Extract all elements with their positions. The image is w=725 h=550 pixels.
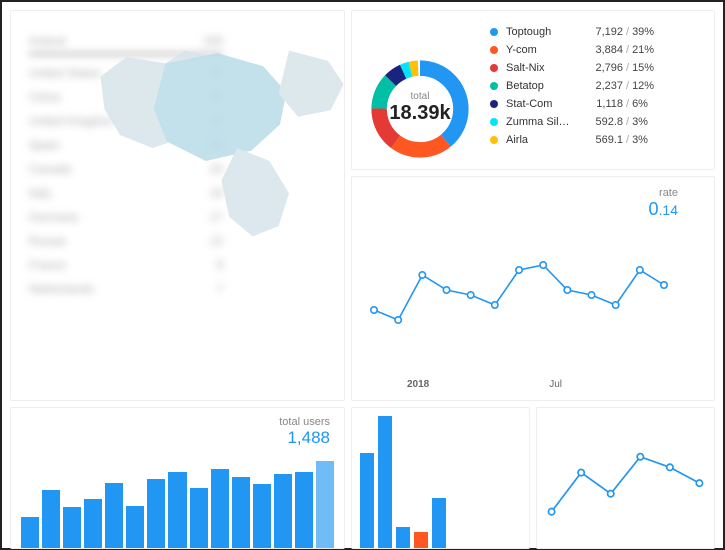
legend-pct: 21% bbox=[632, 44, 654, 56]
legend-name: Zumma Sil… bbox=[506, 116, 581, 128]
bar bbox=[21, 517, 39, 547]
mini-bar bbox=[378, 416, 392, 548]
rate-value: 0.14 bbox=[364, 199, 678, 220]
bar bbox=[105, 483, 123, 547]
bar bbox=[190, 488, 208, 548]
legend-name: Airla bbox=[506, 134, 581, 146]
total-users-card: total users 1,488 bbox=[10, 407, 345, 549]
legend-pct: 12% bbox=[632, 80, 654, 92]
rate-axis-month: Jul bbox=[549, 379, 562, 390]
donut-chart-card: total 18.39k Toptough 7,192 / 39% Y-com … bbox=[351, 10, 715, 170]
legend-name: Salt-Nix bbox=[506, 62, 581, 74]
legend-dot-icon bbox=[490, 64, 498, 72]
legend-dot-icon bbox=[490, 100, 498, 108]
bar bbox=[147, 479, 165, 548]
total-users-bars bbox=[21, 448, 334, 548]
legend-value: 1,118 bbox=[581, 98, 623, 110]
bar bbox=[316, 461, 334, 548]
legend-name: Stat-Com bbox=[506, 98, 581, 110]
legend-pct: 3% bbox=[632, 116, 648, 128]
legend-row[interactable]: Y-com 3,884 / 21% bbox=[490, 41, 706, 59]
legend-pct: 6% bbox=[632, 98, 648, 110]
rate-line-card: rate 0.14 2018 Jul bbox=[351, 176, 715, 401]
legend-row[interactable]: Salt-Nix 2,796 / 15% bbox=[490, 59, 706, 77]
sparkline-card bbox=[536, 407, 715, 549]
rate-axis-year: 2018 bbox=[407, 379, 429, 390]
legend-value: 592.8 bbox=[581, 116, 623, 128]
bar bbox=[253, 484, 271, 547]
donut-chart: total 18.39k bbox=[360, 23, 480, 157]
legend-value: 7,192 bbox=[581, 26, 623, 38]
mini-bar bbox=[396, 527, 410, 548]
mini-bar bbox=[360, 453, 374, 548]
bar bbox=[126, 506, 144, 548]
total-users-value: 1,488 bbox=[21, 428, 330, 448]
mini-bar bbox=[432, 498, 446, 548]
world-map bbox=[94, 31, 345, 239]
legend-dot-icon bbox=[490, 28, 498, 36]
bar bbox=[42, 490, 60, 547]
legend-value: 2,237 bbox=[581, 80, 623, 92]
legend-pct: 15% bbox=[632, 62, 654, 74]
geo-map-card: Ireland230United States86China60United K… bbox=[10, 10, 345, 401]
legend-dot-icon bbox=[490, 82, 498, 90]
legend-name: Betatop bbox=[506, 80, 581, 92]
sparkline-chart bbox=[541, 412, 710, 544]
legend-value: 3,884 bbox=[581, 44, 623, 56]
bar bbox=[211, 469, 229, 548]
legend-pct: 3% bbox=[632, 134, 648, 146]
legend-value: 569.1 bbox=[581, 134, 623, 146]
bar bbox=[84, 499, 102, 548]
rate-line-chart bbox=[364, 220, 674, 350]
bar bbox=[63, 507, 81, 548]
mini-bars bbox=[352, 408, 529, 548]
country-row: France8 bbox=[29, 253, 223, 277]
legend-row[interactable]: Airla 569.1 / 3% bbox=[490, 131, 706, 149]
mini-bar bbox=[414, 532, 428, 548]
legend-name: Y-com bbox=[506, 44, 581, 56]
legend-dot-icon bbox=[490, 46, 498, 54]
bar bbox=[168, 472, 186, 548]
bar bbox=[295, 472, 313, 548]
legend-row[interactable]: Betatop 2,237 / 12% bbox=[490, 77, 706, 95]
legend-row[interactable]: Toptough 7,192 / 39% bbox=[490, 23, 706, 41]
legend-row[interactable]: Zumma Sil… 592.8 / 3% bbox=[490, 113, 706, 131]
legend-dot-icon bbox=[490, 118, 498, 126]
country-row: Netherlands7 bbox=[29, 277, 223, 301]
legend-pct: 39% bbox=[632, 26, 654, 38]
rate-label: rate bbox=[364, 187, 678, 199]
legend-row[interactable]: Stat-Com 1,118 / 6% bbox=[490, 95, 706, 113]
bar bbox=[232, 477, 250, 547]
total-users-label: total users bbox=[21, 416, 330, 428]
bar bbox=[274, 474, 292, 548]
donut-legend: Toptough 7,192 / 39% Y-com 3,884 / 21% S… bbox=[480, 23, 706, 157]
legend-name: Toptough bbox=[506, 26, 581, 38]
legend-dot-icon bbox=[490, 136, 498, 144]
mini-bar-card bbox=[351, 407, 530, 549]
legend-value: 2,796 bbox=[581, 62, 623, 74]
